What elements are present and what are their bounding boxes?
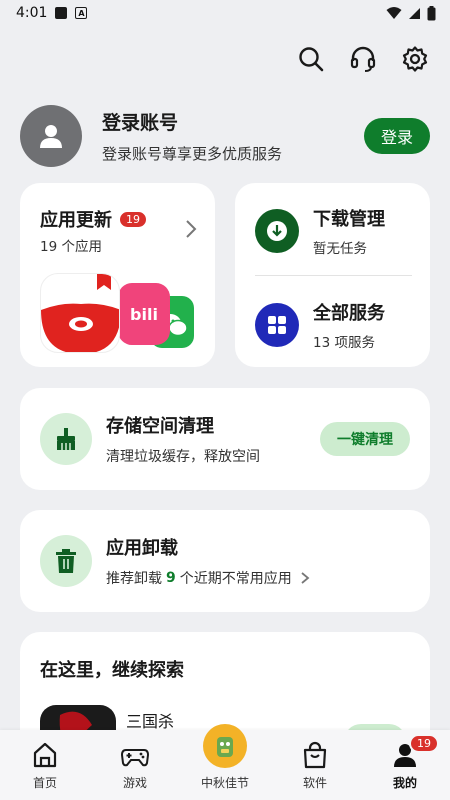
storage-text: 存储空间清理 清理垃圾缓存，释放空间 — [106, 412, 320, 466]
all-services-row[interactable]: 全部服务 13 项服务 — [255, 299, 385, 351]
nav-home-label: 首页 — [32, 776, 57, 790]
bilibili-text: bili — [130, 304, 158, 324]
uninstall-count: 9 — [166, 570, 176, 586]
bottom-navigation: 首页 游戏 中秋佳节 软件 19 我的 — [0, 724, 450, 800]
download-title: 下载管理 — [313, 209, 385, 230]
search-icon[interactable] — [296, 44, 326, 74]
status-time: 4:01 — [16, 5, 48, 21]
home-icon — [31, 740, 59, 770]
nav-games-label: 游戏 — [122, 776, 147, 790]
nav-home[interactable]: 首页 — [5, 740, 85, 791]
wifi-icon — [386, 7, 402, 19]
shopping-bag-icon — [302, 740, 328, 770]
download-icon — [255, 209, 299, 253]
status-right — [386, 5, 436, 21]
services-title: 全部服务 — [313, 303, 385, 324]
app-update-subtitle: 19 个应用 — [40, 239, 102, 255]
grid-icon — [255, 303, 299, 347]
trash-icon — [40, 535, 92, 587]
nav-mine-label: 我的 — [392, 776, 417, 790]
uninstall-sub-prefix: 推荐卸载 — [106, 571, 162, 587]
chevron-right-icon[interactable] — [185, 219, 197, 239]
status-left: 4:01 A — [16, 5, 88, 21]
app-update-heading: 应用更新 19 — [40, 206, 146, 232]
broom-icon — [40, 413, 92, 465]
battery-icon — [427, 5, 436, 20]
login-button[interactable]: 登录 — [364, 118, 430, 154]
nav-mine[interactable]: 19 我的 — [365, 734, 445, 791]
app-update-card[interactable]: 应用更新 19 19 个应用 bili — [20, 183, 215, 367]
download-manager-row[interactable]: 下载管理 暂无任务 — [255, 205, 385, 257]
account-section[interactable]: 登录账号 登录账号尊享更多优质服务 登录 — [20, 104, 430, 168]
explore-title: 在这里，继续探索 — [40, 660, 184, 681]
account-title: 登录账号 — [102, 112, 179, 134]
explore-item-name[interactable]: 三国杀 — [126, 708, 174, 732]
storage-cleanup-card[interactable]: 存储空间清理 清理垃圾缓存，释放空间 一键清理 — [20, 388, 430, 490]
top-toolbar — [296, 44, 430, 74]
tomato-novel-icon — [40, 273, 120, 353]
download-subtitle: 暂无任务 — [313, 241, 367, 257]
avatar[interactable] — [20, 105, 82, 167]
app-uninstall-card[interactable]: 应用卸载 推荐卸载 9 个近期不常用应用 — [20, 510, 430, 612]
one-click-clean-button[interactable]: 一键清理 — [320, 422, 410, 456]
nav-software[interactable]: 软件 — [275, 740, 355, 791]
app-update-title: 应用更新 — [40, 210, 112, 231]
nav-software-label: 软件 — [302, 776, 327, 790]
download-services-card: 下载管理 暂无任务 全部服务 13 项服务 — [235, 183, 430, 367]
nav-mine-badge: 19 — [409, 734, 439, 753]
headset-icon[interactable] — [348, 44, 378, 74]
storage-title: 存储空间清理 — [106, 416, 214, 437]
uninstall-title: 应用卸载 — [106, 538, 178, 559]
person-icon — [40, 125, 62, 148]
account-text: 登录账号 登录账号尊享更多优质服务 — [102, 108, 364, 164]
festival-icon-wrap — [203, 724, 247, 770]
nav-festival-label: 中秋佳节 — [200, 776, 249, 790]
notification-a-icon: A — [75, 7, 88, 19]
gear-icon[interactable] — [400, 44, 430, 74]
storage-subtitle: 清理垃圾缓存，释放空间 — [106, 449, 260, 465]
download-text: 下载管理 暂无任务 — [313, 205, 385, 257]
nav-festival[interactable]: 中秋佳节 — [185, 724, 265, 791]
uninstall-subtitle: 推荐卸载 9 个近期不常用应用 — [106, 568, 410, 588]
festival-icon — [203, 724, 247, 768]
account-subtitle: 登录账号尊享更多优质服务 — [102, 145, 283, 163]
notification-icon — [55, 7, 68, 19]
divider — [255, 275, 412, 276]
gamepad-icon — [120, 740, 150, 770]
signal-icon — [409, 7, 420, 19]
services-text: 全部服务 13 项服务 — [313, 299, 385, 351]
nav-games[interactable]: 游戏 — [95, 740, 175, 791]
status-bar: 4:01 A — [0, 0, 450, 26]
uninstall-text: 应用卸载 推荐卸载 9 个近期不常用应用 — [106, 534, 410, 588]
chevron-right-icon[interactable] — [300, 571, 310, 585]
uninstall-sub-suffix: 个近期不常用应用 — [179, 571, 292, 587]
services-subtitle: 13 项服务 — [313, 335, 375, 351]
update-count-badge: 19 — [120, 211, 146, 227]
bilibili-icon: bili — [118, 283, 170, 345]
